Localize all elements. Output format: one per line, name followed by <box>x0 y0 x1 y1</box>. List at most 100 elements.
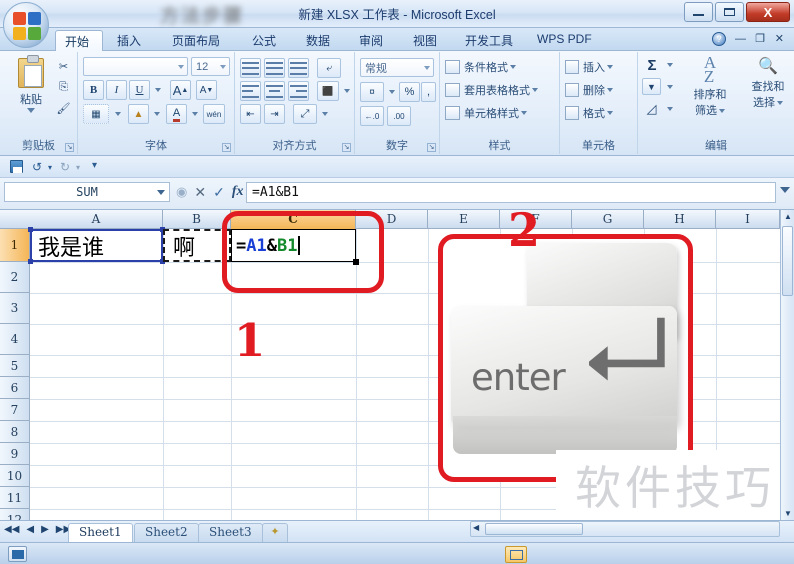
wrap-text-button[interactable]: ⤶ <box>317 58 341 78</box>
new-sheet-button[interactable]: ✦ <box>262 523 288 542</box>
cut-button[interactable]: ✂ <box>55 58 72 75</box>
row-header-12[interactable]: 12 <box>0 509 30 520</box>
column-header-G[interactable]: G <box>572 210 644 229</box>
undo-button[interactable]: ↺ <box>32 160 42 174</box>
ribbon-minimize-button[interactable]: — <box>735 33 746 45</box>
bold-button[interactable]: B <box>83 80 104 100</box>
first-sheet-button[interactable]: ◀◀ <box>4 524 19 535</box>
redo-dropdown[interactable]: ▾ <box>76 163 80 172</box>
sheet-tab-sheet2[interactable]: Sheet2 <box>134 523 199 542</box>
tab-developer[interactable]: 开发工具 <box>456 30 522 51</box>
restore-button[interactable] <box>715 2 744 22</box>
borders-button[interactable]: ▦ <box>83 104 109 124</box>
autosum-dropdown[interactable] <box>663 58 674 72</box>
sheet-tab-sheet1[interactable]: Sheet1 <box>68 523 133 542</box>
accounting-dropdown[interactable] <box>385 84 396 100</box>
number-format-combo[interactable]: 常规 <box>360 58 434 77</box>
merge-dropdown[interactable] <box>340 83 351 99</box>
orientation-button[interactable]: ⤢ <box>293 104 317 124</box>
merge-cells-button[interactable]: ⬛ <box>317 81 339 101</box>
format-as-table-button[interactable]: 套用表格格式 <box>444 80 556 100</box>
name-box[interactable]: SUM <box>4 182 170 202</box>
italic-button[interactable]: I <box>106 80 127 100</box>
shrink-font-button[interactable]: A ▼ <box>196 80 217 100</box>
row-header-3[interactable]: 3 <box>0 293 30 324</box>
number-dialog-launcher[interactable]: ↘ <box>427 143 436 152</box>
tab-page-layout[interactable]: 页面布局 <box>163 30 229 51</box>
font-name-combo[interactable] <box>83 57 188 76</box>
row-header-10[interactable]: 10 <box>0 465 30 487</box>
normal-view-button[interactable] <box>505 546 527 563</box>
tab-wps-pdf[interactable]: WPS PDF <box>528 30 601 51</box>
insert-function-button[interactable]: fx <box>232 184 244 200</box>
tab-insert[interactable]: 插入 <box>108 30 150 51</box>
row-header-9[interactable]: 9 <box>0 443 30 465</box>
expand-formula-bar-button[interactable] <box>780 187 790 193</box>
align-top-button[interactable] <box>240 58 261 78</box>
fill-color-button[interactable]: ▲ <box>128 104 149 124</box>
minimize-button[interactable] <box>684 2 713 22</box>
accounting-format-button[interactable]: ¤ <box>360 82 384 102</box>
row-header-4[interactable]: 4 <box>0 324 30 355</box>
row-header-11[interactable]: 11 <box>0 487 30 509</box>
tab-data[interactable]: 数据 <box>297 30 339 51</box>
column-header-I[interactable]: I <box>716 210 780 229</box>
column-header-B[interactable]: B <box>163 210 231 229</box>
vertical-scrollbar[interactable]: ▲ ▼ <box>780 210 794 520</box>
font-color-button[interactable]: A <box>166 104 187 124</box>
clipboard-dialog-launcher[interactable]: ↘ <box>65 143 74 152</box>
underline-dropdown[interactable] <box>151 82 163 98</box>
alignment-dialog-launcher[interactable]: ↘ <box>342 143 351 152</box>
tab-view[interactable]: 视图 <box>404 30 446 51</box>
copy-button[interactable]: ⎘ <box>55 79 72 96</box>
office-button[interactable] <box>3 2 49 48</box>
font-color-dropdown[interactable] <box>188 106 200 122</box>
vertical-scroll-thumb[interactable] <box>782 226 793 296</box>
font-dialog-launcher[interactable]: ↘ <box>222 143 231 152</box>
delete-cells-button[interactable]: 删除 <box>564 80 634 100</box>
help-button[interactable]: ? <box>712 32 726 46</box>
align-left-button[interactable] <box>240 81 261 101</box>
format-painter-button[interactable]: 🖌 <box>55 100 72 117</box>
customize-qat-button[interactable]: ▾ <box>92 160 97 171</box>
align-bottom-button[interactable] <box>288 58 309 78</box>
tab-home[interactable]: 开始 <box>55 30 103 51</box>
row-header-5[interactable]: 5 <box>0 355 30 377</box>
column-header-C[interactable]: C <box>231 210 356 229</box>
fill-dropdown[interactable] <box>663 80 674 94</box>
ribbon-restore-button[interactable]: ❐ <box>755 32 765 45</box>
autosum-button[interactable]: Σ <box>642 56 662 74</box>
percent-format-button[interactable]: % <box>399 82 420 102</box>
redo-button[interactable]: ↻ <box>60 160 70 174</box>
underline-button[interactable]: U <box>129 80 150 100</box>
paste-button[interactable]: 粘贴 <box>10 55 52 113</box>
cell-styles-button[interactable]: 单元格样式 <box>444 103 556 123</box>
horizontal-scroll-thumb[interactable] <box>485 523 583 535</box>
row-header-2[interactable]: 2 <box>0 262 30 293</box>
row-header-1[interactable]: 1 <box>0 229 30 262</box>
tab-formulas[interactable]: 公式 <box>243 30 285 51</box>
close-button[interactable]: X <box>746 2 790 22</box>
find-select-button[interactable]: 🔍 查找和 选择 <box>742 56 794 110</box>
record-macro-icon[interactable] <box>8 546 27 562</box>
font-size-combo[interactable]: 12 <box>191 57 230 76</box>
column-header-E[interactable]: E <box>428 210 500 229</box>
orientation-dropdown[interactable] <box>318 106 329 122</box>
scroll-down-icon[interactable]: ▼ <box>784 509 792 518</box>
borders-dropdown[interactable] <box>111 106 123 122</box>
increase-decimal-button[interactable]: ←.0 <box>360 106 384 126</box>
column-header-D[interactable]: D <box>356 210 428 229</box>
column-header-A[interactable]: A <box>30 210 163 229</box>
row-header-6[interactable]: 6 <box>0 377 30 399</box>
formula-input[interactable]: =A1&B1 <box>246 182 776 203</box>
align-center-button[interactable] <box>264 81 285 101</box>
align-right-button[interactable] <box>288 81 309 101</box>
scroll-up-icon[interactable]: ▲ <box>784 212 792 221</box>
undo-dropdown[interactable]: ▾ <box>48 163 52 172</box>
increase-indent-button[interactable]: ⇥ <box>264 104 285 124</box>
next-sheet-button[interactable]: ▶ <box>41 524 49 535</box>
tab-review[interactable]: 审阅 <box>350 30 392 51</box>
row-header-7[interactable]: 7 <box>0 399 30 421</box>
horizontal-scrollbar[interactable]: ◀ <box>470 521 780 537</box>
conditional-formatting-button[interactable]: 条件格式 <box>444 57 556 77</box>
